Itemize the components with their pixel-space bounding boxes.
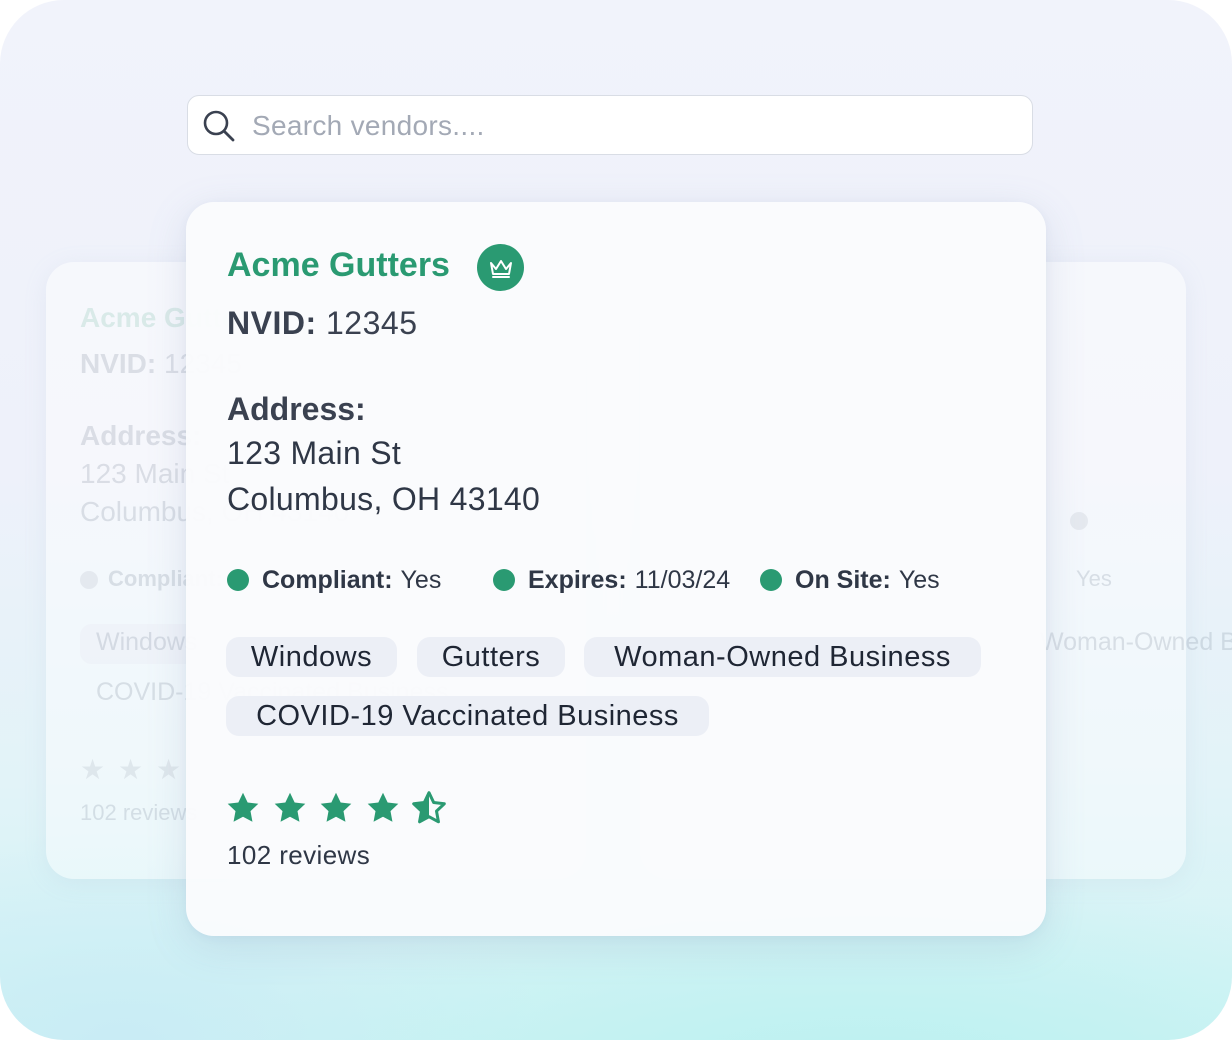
status-value: Yes bbox=[400, 565, 442, 594]
star-icon bbox=[274, 792, 305, 822]
status-dot bbox=[227, 569, 249, 591]
crown-icon bbox=[477, 244, 524, 291]
ghost-star-icon: ★ bbox=[156, 754, 182, 785]
ghost-status-dot bbox=[1070, 512, 1088, 530]
status-value: 11/03/24 bbox=[634, 565, 731, 594]
half-star-icon bbox=[412, 791, 446, 824]
ghost-reviews: 102 reviews bbox=[80, 800, 198, 825]
ghost-tag-label: Woman-Owned Business bbox=[1040, 628, 1232, 656]
status-label: Expires: bbox=[528, 565, 627, 594]
tag-covid-vaccinated-business[interactable]: COVID-19 Vaccinated Business bbox=[226, 696, 709, 736]
address-line2: Columbus, OH 43140 bbox=[227, 481, 541, 517]
ghost-status-dot bbox=[80, 571, 98, 589]
status-dot bbox=[493, 569, 515, 591]
status-expires: Expires: 11/03/24 bbox=[493, 565, 730, 595]
star-rating bbox=[225, 790, 458, 826]
tag-gutters[interactable]: Gutters bbox=[417, 637, 565, 677]
address-label: Address: bbox=[227, 391, 366, 427]
ghost-status-value: Yes bbox=[1076, 566, 1112, 591]
ghost-address-label: Address: bbox=[80, 420, 202, 451]
search-bar[interactable] bbox=[187, 95, 1033, 156]
background: Acme Gutters NVID: 12345 Address: 123 Ma… bbox=[0, 0, 1232, 1040]
status-label: Compliant: bbox=[262, 565, 393, 594]
status-value: Yes bbox=[898, 565, 940, 594]
nvid-label: NVID: bbox=[227, 305, 317, 341]
search-input[interactable] bbox=[250, 96, 1014, 156]
status-dot bbox=[760, 569, 782, 591]
nvid: NVID: 12345 bbox=[227, 305, 417, 342]
status-label: On Site: bbox=[795, 565, 891, 594]
search-icon bbox=[203, 110, 235, 142]
star-icon bbox=[367, 792, 398, 822]
tag-woman-owned-business[interactable]: Woman-Owned Business bbox=[584, 637, 981, 677]
ghost-star-icon: ★ bbox=[80, 754, 106, 785]
tag-windows[interactable]: Windows bbox=[226, 637, 397, 677]
status-on-site: On Site: Yes bbox=[760, 565, 940, 595]
ghost-tag-label: Windows bbox=[96, 628, 198, 656]
review-count[interactable]: 102 reviews bbox=[227, 840, 370, 871]
vendor-name[interactable]: Acme Gutters bbox=[227, 246, 450, 285]
address-line1: 123 Main St bbox=[227, 435, 402, 471]
ghost-star-icon: ★ bbox=[118, 754, 144, 785]
status-compliant: Compliant: Yes bbox=[227, 565, 441, 595]
vendor-card[interactable]: Acme Gutters NVID: 12345 Address: 123 Ma… bbox=[186, 202, 1046, 936]
star-icon bbox=[227, 792, 259, 822]
star-icon bbox=[320, 792, 352, 822]
nvid-value: 12345 bbox=[326, 305, 418, 341]
